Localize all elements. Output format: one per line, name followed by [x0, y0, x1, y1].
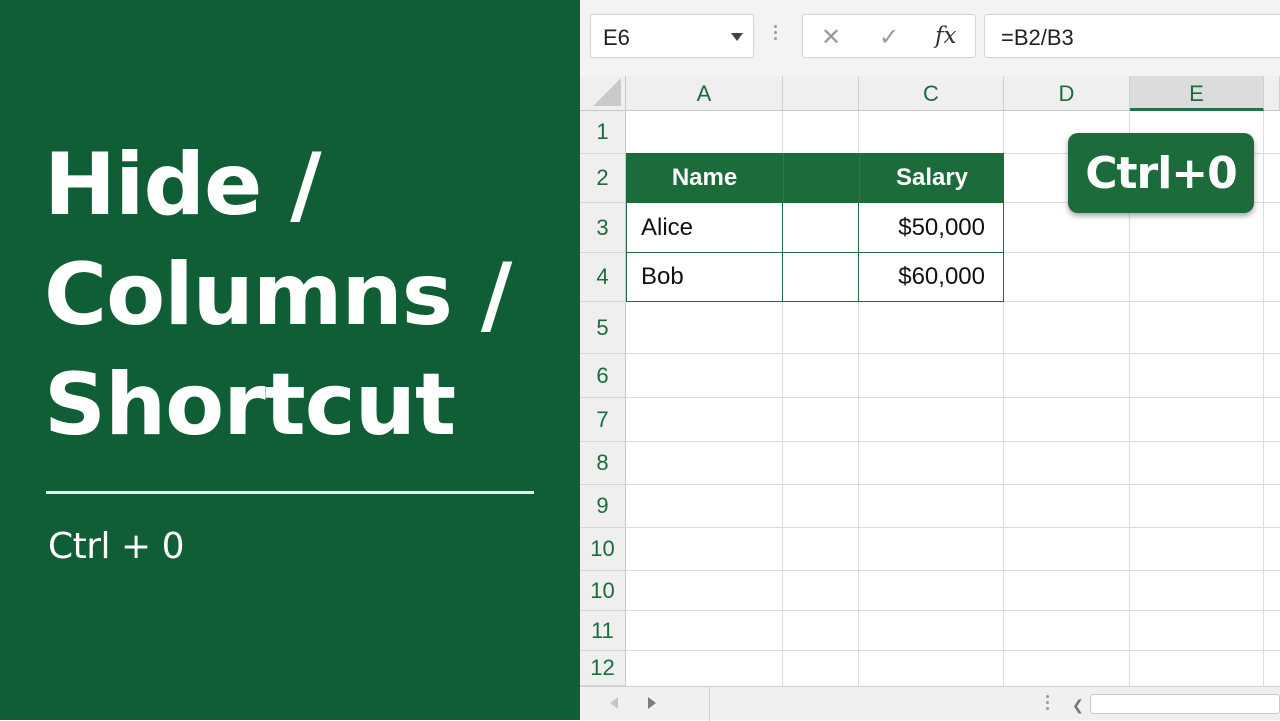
row-header-2[interactable]: 2 — [580, 154, 626, 203]
column-header-b[interactable] — [783, 76, 859, 111]
divider — [709, 687, 710, 721]
more-options-icon[interactable] — [1046, 695, 1049, 713]
row-header-5[interactable]: 5 — [580, 302, 626, 354]
cell-empty[interactable] — [782, 252, 859, 302]
grid-line — [626, 484, 1280, 485]
select-all-icon — [593, 78, 621, 106]
column-header-c[interactable]: C — [859, 76, 1004, 111]
row-header-1[interactable]: 1 — [580, 111, 626, 154]
grid-line — [1263, 111, 1264, 686]
grid-line — [626, 397, 1280, 398]
grid-line — [626, 353, 1280, 354]
close-icon[interactable]: ✕ — [821, 23, 841, 52]
cell-salary-alice[interactable]: $50,000 — [858, 202, 1004, 253]
title-line-1: Hide / — [44, 135, 322, 235]
grid-line — [626, 441, 1280, 442]
chevron-down-icon[interactable] — [731, 33, 743, 41]
row-header-6[interactable]: 6 — [580, 354, 626, 398]
header-cell-salary[interactable]: Salary — [859, 153, 1004, 202]
row-header-9[interactable]: 9 — [580, 485, 626, 528]
more-options-icon[interactable] — [774, 25, 777, 43]
sheet-tab-bar: ❮ — [580, 686, 1280, 721]
shortcut-subtitle: Ctrl + 0 — [48, 526, 185, 567]
cell-name-alice[interactable]: Alice — [626, 202, 783, 253]
name-box[interactable]: E6 — [590, 14, 754, 58]
check-icon[interactable]: ✓ — [879, 23, 899, 52]
shortcut-badge: Ctrl+0 — [1068, 133, 1254, 213]
row-header-10b[interactable]: 10 — [580, 571, 626, 611]
formula-input[interactable]: =B2/B3 — [984, 14, 1280, 58]
row-header-3[interactable]: 3 — [580, 203, 626, 253]
column-header-d[interactable]: D — [1004, 76, 1130, 111]
row-header-7[interactable]: 7 — [580, 398, 626, 442]
title-line-2: Columns / — [44, 245, 512, 345]
cell-empty[interactable] — [782, 202, 859, 253]
header-cell-name[interactable]: Name — [626, 153, 783, 202]
grid-line — [626, 527, 1280, 528]
function-icon[interactable]: fx — [935, 23, 956, 49]
row-header-11[interactable]: 11 — [580, 611, 626, 651]
chevron-left-icon[interactable]: ❮ — [1072, 697, 1084, 714]
title-divider — [46, 491, 534, 494]
row-header-10[interactable]: 10 — [580, 528, 626, 571]
title-panel: Hide / Columns / Shortcut Ctrl + 0 — [0, 0, 580, 720]
column-header-e[interactable]: E — [1130, 76, 1264, 111]
formula-actions: ✕ ✓ fx — [802, 14, 976, 58]
title-line-3: Shortcut — [44, 355, 456, 455]
header-cell-empty[interactable] — [783, 153, 859, 202]
cell-salary-bob[interactable]: $60,000 — [858, 252, 1004, 302]
grid-line — [626, 610, 1280, 611]
column-header-f[interactable] — [1264, 76, 1280, 111]
horizontal-scrollbar[interactable] — [1090, 694, 1280, 714]
row-header-8[interactable]: 8 — [580, 442, 626, 485]
name-box-value: E6 — [603, 25, 630, 50]
select-all-button[interactable] — [580, 76, 626, 111]
grid-line — [626, 650, 1280, 651]
scroll-right-icon[interactable] — [648, 697, 656, 709]
formula-value: =B2/B3 — [1001, 25, 1074, 50]
cell-name-bob[interactable]: Bob — [626, 252, 783, 302]
spreadsheet-window: E6 ✕ ✓ fx =B2/B3 A C D E 1 2 3 4 5 6 7 8… — [580, 0, 1280, 721]
grid-line — [626, 570, 1280, 571]
scroll-left-icon[interactable] — [610, 697, 618, 709]
column-header-a[interactable]: A — [626, 76, 783, 111]
row-header-12[interactable]: 12 — [580, 651, 626, 686]
row-header-4[interactable]: 4 — [580, 253, 626, 302]
